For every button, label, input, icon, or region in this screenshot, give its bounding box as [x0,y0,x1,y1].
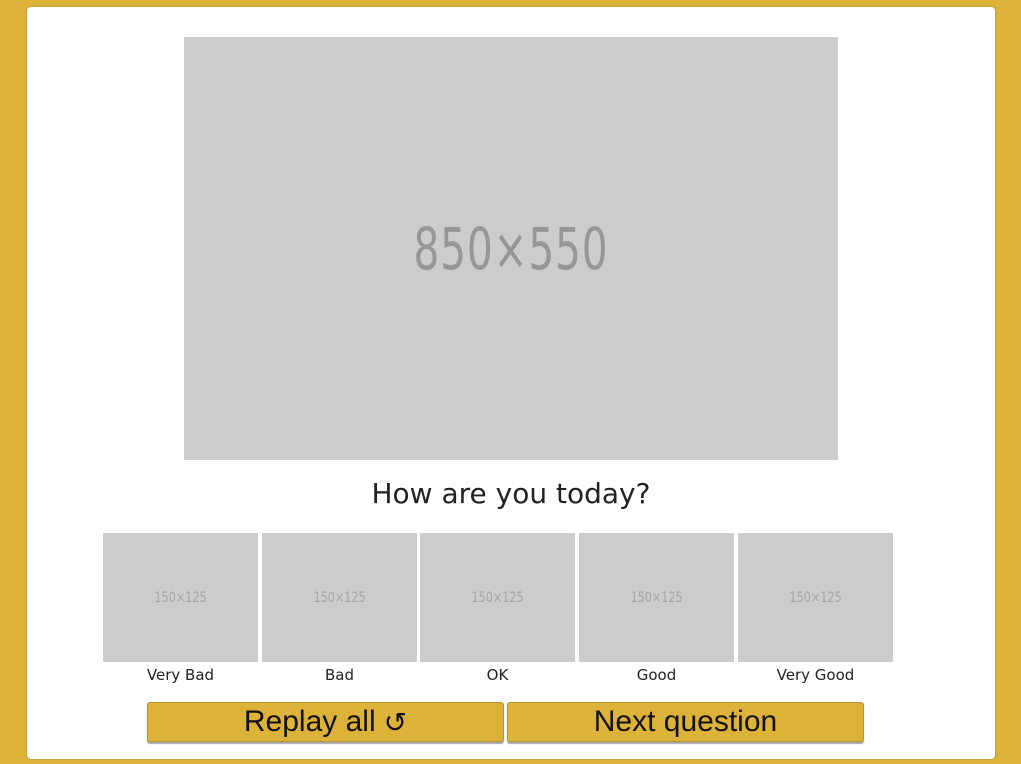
option-image: 150×125 [420,533,575,662]
replay-all-button[interactable]: Replay all ↺ [147,702,504,742]
survey-card: 850×550 How are you today? 150×125 Very … [27,7,995,759]
replay-icon: ↺ [383,706,408,738]
image-placeholder-text: 850×550 [413,214,609,283]
option-image: 150×125 [579,533,734,662]
option-label: Good [636,666,677,684]
option-placeholder-text: 150×125 [471,589,524,606]
option-placeholder-text: 150×125 [154,589,207,606]
option-placeholder-text: 150×125 [630,589,683,606]
option-bad[interactable]: 150×125 Bad [262,533,417,688]
option-label: Bad [324,666,354,684]
replay-all-label: Replay all [243,705,376,738]
option-image: 150×125 [738,533,893,662]
option-ok[interactable]: 150×125 OK [420,533,575,688]
option-placeholder-text: 150×125 [313,589,366,606]
option-good[interactable]: 150×125 Good [579,533,734,688]
option-label: Very Bad [146,666,215,684]
option-label: OK [486,666,509,684]
option-placeholder-text: 150×125 [789,589,842,606]
next-question-button[interactable]: Next question [507,702,864,742]
next-question-label: Next question [593,705,778,738]
question-text: How are you today? [371,477,651,510]
option-image: 150×125 [103,533,258,662]
option-very-bad[interactable]: 150×125 Very Bad [103,533,258,688]
option-image: 150×125 [262,533,417,662]
option-very-good[interactable]: 150×125 Very Good [738,533,893,688]
answer-options: 150×125 Very Bad 150×125 Bad 150×125 OK … [103,533,893,688]
question-image: 850×550 [184,37,838,460]
option-label: Very Good [776,666,855,684]
